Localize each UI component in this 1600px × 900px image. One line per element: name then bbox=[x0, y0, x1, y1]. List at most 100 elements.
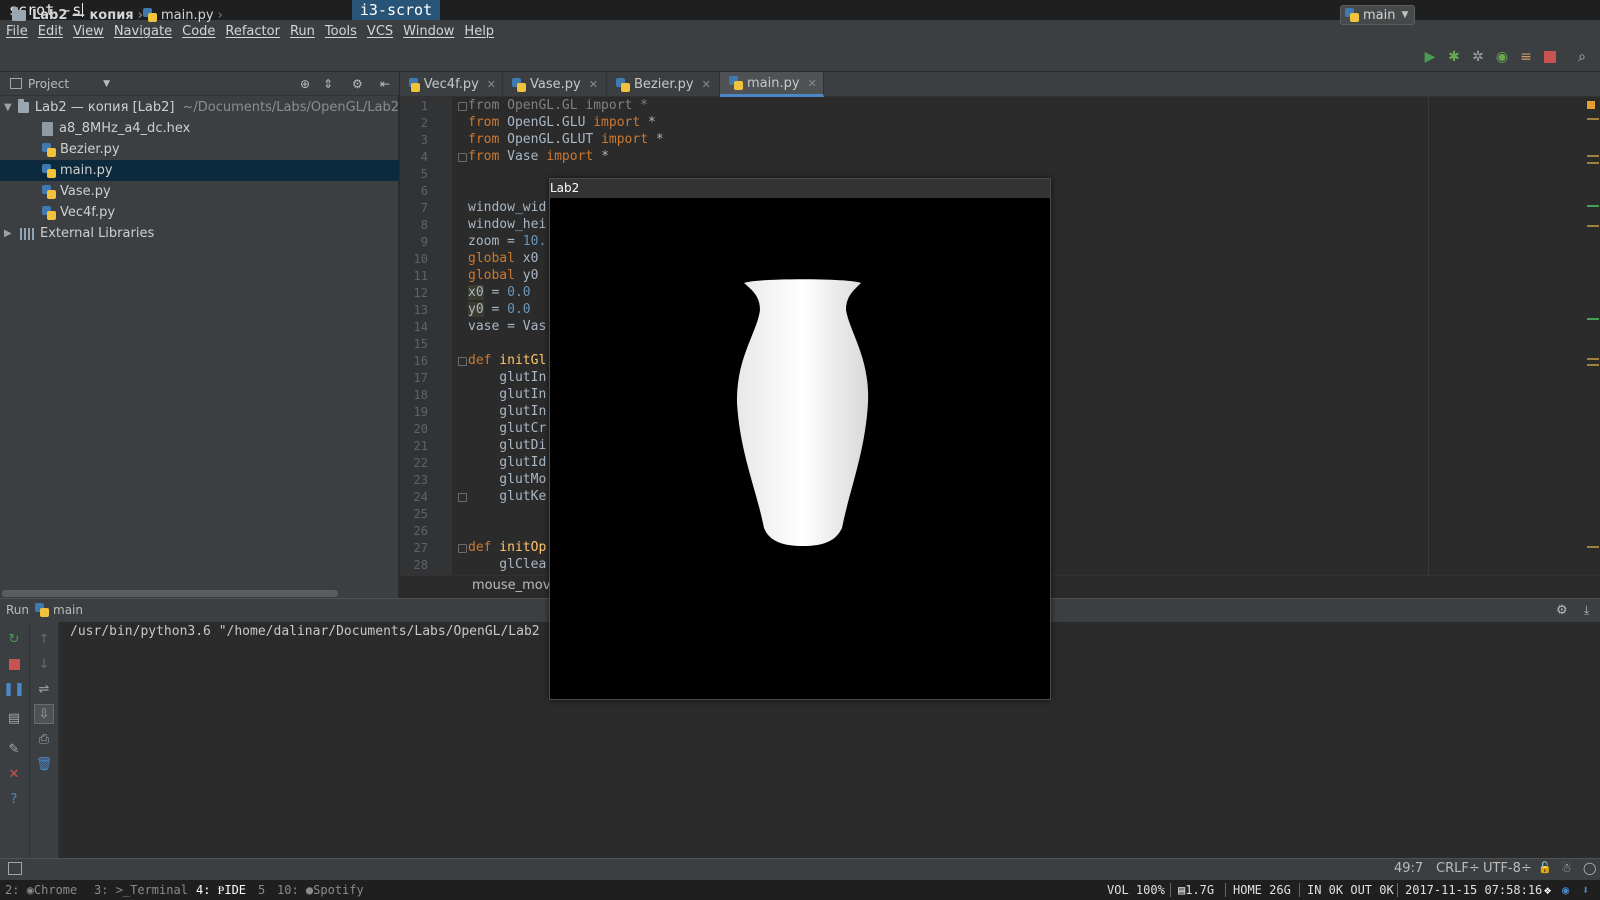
arrow-up-icon[interactable]: ↑ bbox=[36, 631, 52, 647]
run-panel-config[interactable]: main bbox=[53, 603, 83, 617]
workspace-terminal[interactable]: 3: >_Terminal bbox=[94, 880, 188, 900]
editor-breadcrumb[interactable]: mouse_mov bbox=[472, 578, 550, 593]
layout-icon[interactable]: ▤ bbox=[6, 710, 22, 726]
fold-icon[interactable] bbox=[458, 102, 467, 111]
expand-icon[interactable]: ▶ bbox=[4, 228, 14, 239]
menu-help[interactable]: Help bbox=[464, 24, 494, 39]
profile-icon[interactable]: ◉ bbox=[1494, 49, 1510, 65]
line-number: 5 bbox=[420, 167, 428, 181]
fold-icon[interactable] bbox=[458, 357, 467, 366]
download-icon[interactable]: ⬇ bbox=[1582, 880, 1589, 900]
tree-file-vec4f[interactable]: Vec4f.py bbox=[0, 202, 399, 223]
horizontal-scrollbar[interactable] bbox=[2, 590, 338, 597]
stop-icon[interactable] bbox=[1542, 49, 1558, 65]
python-file-icon bbox=[512, 77, 526, 92]
stop-icon[interactable] bbox=[6, 656, 22, 672]
error-stripe[interactable] bbox=[1584, 97, 1600, 575]
close-icon[interactable]: ✕ bbox=[589, 78, 598, 91]
code-line: x0 = 0.0 bbox=[468, 285, 531, 300]
event-log-icon[interactable]: ◯ bbox=[1583, 861, 1596, 875]
code-line: from Vase import * bbox=[468, 149, 609, 164]
tool-windows-icon[interactable] bbox=[8, 862, 22, 875]
code-line: glutCr bbox=[468, 421, 547, 436]
arrow-down-icon[interactable]: ↓ bbox=[36, 656, 52, 672]
search-icon[interactable]: ⌕ bbox=[1574, 49, 1590, 65]
tab-vase[interactable]: Vase.py ✕ bbox=[503, 72, 607, 97]
stripe-marker[interactable] bbox=[1587, 318, 1599, 320]
tree-file-bezier[interactable]: Bezier.py bbox=[0, 139, 399, 160]
workspace-ide[interactable]: 4: ⱣIDE bbox=[196, 880, 246, 900]
breadcrumb-file[interactable]: main.py › bbox=[143, 0, 227, 30]
collapse-icon[interactable]: ⇕ bbox=[323, 77, 333, 91]
code-line: glClea bbox=[468, 557, 547, 572]
tab-main[interactable]: main.py ✕ bbox=[720, 72, 824, 97]
line-number: 24 bbox=[413, 490, 428, 504]
menu-window[interactable]: Window bbox=[403, 24, 454, 39]
dropbox-icon[interactable]: ❖ bbox=[1544, 880, 1551, 900]
code-line: glutDi bbox=[468, 438, 547, 453]
close-icon[interactable]: ✕ bbox=[702, 78, 711, 91]
lock-icon[interactable]: 🔓 bbox=[1538, 861, 1552, 874]
trash-icon[interactable]: 🗑 bbox=[36, 756, 53, 772]
soft-wrap-icon[interactable]: ⇌ bbox=[36, 681, 52, 697]
tree-file-hex[interactable]: a8_8MHz_a4_dc.hex bbox=[0, 118, 399, 139]
tab-vec4f[interactable]: Vec4f.py ✕ bbox=[400, 72, 503, 97]
menu-refactor[interactable]: Refactor bbox=[225, 24, 280, 39]
pin-icon[interactable]: ✎ bbox=[6, 741, 22, 757]
gear-icon[interactable]: ⚙ bbox=[352, 77, 363, 91]
fold-icon[interactable] bbox=[458, 493, 467, 502]
run-configuration-select[interactable]: main ▼ bbox=[1340, 5, 1415, 25]
opengl-window-titlebar[interactable] bbox=[550, 179, 1050, 198]
tree-file-label: Bezier.py bbox=[60, 142, 120, 157]
chevron-down-icon[interactable]: ▼ bbox=[103, 79, 110, 89]
stripe-marker[interactable] bbox=[1587, 118, 1599, 120]
locate-icon[interactable]: ⊕ bbox=[300, 77, 310, 91]
menu-run[interactable]: Run bbox=[290, 24, 315, 39]
cursor-position[interactable]: 49:7 bbox=[1394, 861, 1423, 876]
rerun-icon[interactable]: ↻ bbox=[6, 631, 22, 647]
print-icon[interactable]: ⎙ bbox=[36, 731, 52, 747]
tray-app-icon[interactable]: ◉ bbox=[1562, 880, 1569, 900]
hide-panel-icon[interactable]: ⇤ bbox=[380, 77, 390, 91]
concurrency-icon[interactable]: ≡ bbox=[1518, 49, 1534, 65]
file-encoding[interactable]: UTF-8÷ bbox=[1483, 861, 1532, 876]
stripe-marker[interactable] bbox=[1587, 364, 1599, 366]
code-line: y0 = 0.0 bbox=[468, 302, 531, 317]
stripe-marker[interactable] bbox=[1587, 358, 1599, 360]
tab-bezier[interactable]: Bezier.py ✕ bbox=[607, 72, 720, 97]
workspace-chrome[interactable]: 2: ◉Chrome bbox=[5, 880, 77, 900]
workspace-spotify[interactable]: 10: ●Spotify bbox=[277, 880, 364, 900]
stripe-marker[interactable] bbox=[1587, 155, 1599, 157]
tree-file-vase[interactable]: Vase.py bbox=[0, 181, 399, 202]
coverage-icon[interactable]: ✲ bbox=[1470, 49, 1486, 65]
scroll-to-end-icon[interactable]: ⇩ bbox=[34, 704, 54, 724]
run-icon[interactable]: ▶ bbox=[1422, 49, 1438, 65]
close-icon[interactable]: ✕ bbox=[6, 766, 22, 782]
menu-vcs[interactable]: VCS bbox=[367, 24, 393, 39]
line-separator[interactable]: CRLF÷ bbox=[1436, 861, 1480, 876]
project-view-label[interactable]: Project bbox=[28, 77, 69, 91]
gear-icon[interactable]: ⚙ bbox=[1556, 603, 1568, 618]
warning-marker[interactable] bbox=[1587, 101, 1595, 109]
help-icon[interactable]: ? bbox=[6, 791, 22, 807]
stripe-marker[interactable] bbox=[1587, 162, 1599, 164]
close-icon[interactable]: ✕ bbox=[808, 77, 817, 90]
stripe-marker[interactable] bbox=[1587, 546, 1599, 548]
fold-icon[interactable] bbox=[458, 153, 467, 162]
expand-icon[interactable]: ▼ bbox=[4, 102, 12, 113]
tree-external-libraries[interactable]: ▶ External Libraries bbox=[0, 223, 399, 244]
tree-file-main[interactable]: main.py bbox=[0, 160, 399, 181]
stripe-marker[interactable] bbox=[1587, 225, 1599, 227]
close-icon[interactable]: ✕ bbox=[487, 78, 496, 91]
line-number: 28 bbox=[413, 558, 428, 572]
breadcrumb-project[interactable]: Lab2 — копия › bbox=[12, 0, 147, 30]
debug-icon[interactable]: ✱ bbox=[1446, 49, 1462, 65]
inspector-icon[interactable]: ☃ bbox=[1561, 861, 1572, 875]
menu-tools[interactable]: Tools bbox=[325, 24, 357, 39]
hide-panel-icon[interactable]: ⤓ bbox=[1584, 603, 1589, 618]
tree-root[interactable]: ▼ Lab2 — копия [Lab2] ~/Documents/Labs/O… bbox=[0, 97, 399, 118]
workspace-5[interactable]: 5 bbox=[258, 880, 265, 900]
fold-icon[interactable] bbox=[458, 544, 467, 553]
stripe-marker[interactable] bbox=[1587, 205, 1599, 207]
pause-icon[interactable]: ❚❚ bbox=[3, 681, 25, 697]
